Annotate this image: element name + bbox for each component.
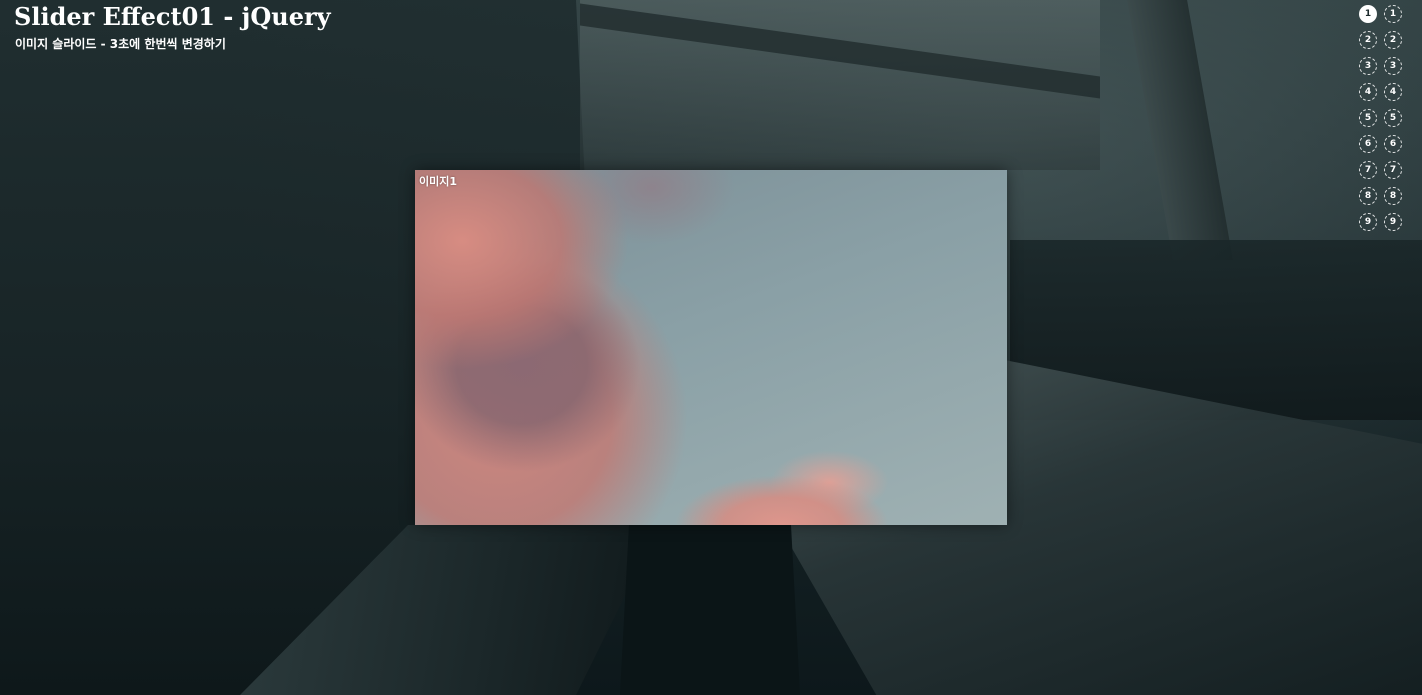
pager-dot-a-8[interactable]: 8 [1359,187,1377,205]
pager-dot-a-5[interactable]: 5 [1359,109,1377,127]
pager-dot-b-4[interactable]: 4 [1384,83,1402,101]
pager-dot-a-2[interactable]: 2 [1359,31,1377,49]
pager-dot-b-7[interactable]: 7 [1384,161,1402,179]
page: Slider Effect01 - jQuery 이미지 슬라이드 - 3초에 … [0,0,1422,695]
slide-caption: 이미지1 [419,175,458,188]
slider-pagination-b: 1 2 3 4 5 6 7 8 9 [1384,5,1402,239]
pager-dot-b-1[interactable]: 1 [1384,5,1402,23]
page-subtitle: 이미지 슬라이드 - 3초에 한번씩 변경하기 [15,37,226,51]
pager-dot-a-9[interactable]: 9 [1359,213,1377,231]
pager-dot-a-4[interactable]: 4 [1359,83,1377,101]
pager-dot-b-6[interactable]: 6 [1384,135,1402,153]
pager-dot-b-8[interactable]: 8 [1384,187,1402,205]
pager-dot-b-2[interactable]: 2 [1384,31,1402,49]
pager-dot-a-1[interactable]: 1 [1359,5,1377,23]
pager-dot-a-6[interactable]: 6 [1359,135,1377,153]
pager-dot-b-9[interactable]: 9 [1384,213,1402,231]
image-slider: 이미지1 [415,170,1007,525]
slider-pagination-a: 1 2 3 4 5 6 7 8 9 [1359,5,1377,239]
slide-image-clouds [415,170,1007,525]
pager-dot-a-7[interactable]: 7 [1359,161,1377,179]
background-escalator-steps [620,525,800,695]
background-pillar [1127,0,1233,260]
pager-dot-b-5[interactable]: 5 [1384,109,1402,127]
page-title: Slider Effect01 - jQuery [14,2,331,31]
pager-dot-b-3[interactable]: 3 [1384,57,1402,75]
pager-dot-a-3[interactable]: 3 [1359,57,1377,75]
